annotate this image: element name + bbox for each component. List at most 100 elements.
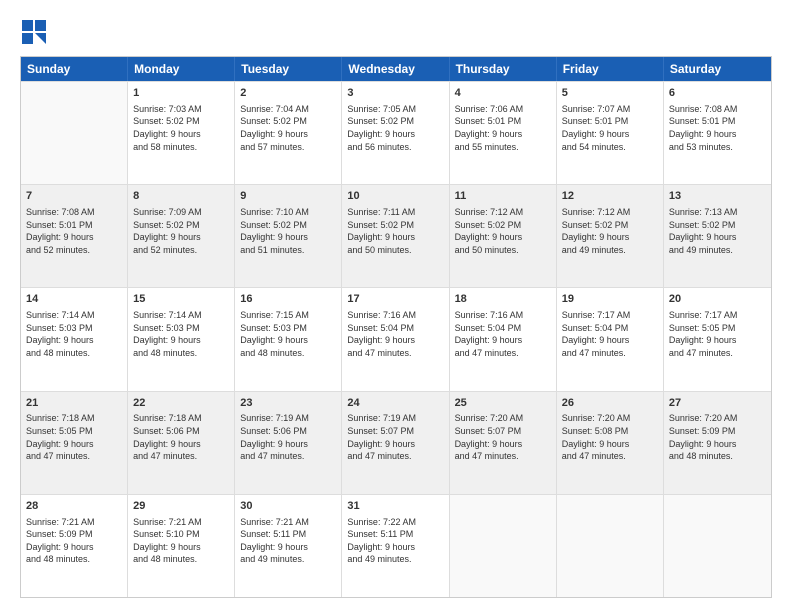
calendar-cell: 8Sunrise: 7:09 AMSunset: 5:02 PMDaylight…	[128, 185, 235, 287]
day-number: 19	[562, 292, 658, 307]
cell-text: Sunrise: 7:14 AMSunset: 5:03 PMDaylight:…	[133, 309, 229, 359]
header	[20, 18, 772, 46]
cell-text: Sunrise: 7:03 AMSunset: 5:02 PMDaylight:…	[133, 103, 229, 153]
calendar-header-cell: Sunday	[21, 57, 128, 81]
cell-text: Sunrise: 7:22 AMSunset: 5:11 PMDaylight:…	[347, 516, 443, 566]
day-number: 11	[455, 189, 551, 204]
day-number: 15	[133, 292, 229, 307]
calendar-cell: 14 Sunrise: 7:14 AMSunset: 5:03 PMDayligh…	[21, 288, 128, 390]
calendar-cell: 1 Sunrise: 7:03 AMSunset: 5:02 PMDaylight…	[128, 82, 235, 184]
day-number: 20	[669, 292, 766, 307]
cell-text: Sunrise: 7:21 AMSunset: 5:10 PMDaylight:…	[133, 516, 229, 566]
day-number: 29	[133, 499, 229, 514]
day-number: 21	[26, 396, 122, 411]
cell-text: Sunrise: 7:12 AMSunset: 5:02 PMDaylight:…	[455, 206, 551, 256]
day-number: 10	[347, 189, 443, 204]
calendar-cell: 25Sunrise: 7:20 AMSunset: 5:07 PMDayligh…	[450, 392, 557, 494]
cell-text: Sunrise: 7:05 AMSunset: 5:02 PMDaylight:…	[347, 103, 443, 153]
day-number: 25	[455, 396, 551, 411]
calendar-cell: 29 Sunrise: 7:21 AMSunset: 5:10 PMDayligh…	[128, 495, 235, 597]
cell-text: Sunrise: 7:21 AMSunset: 5:11 PMDaylight:…	[240, 516, 336, 566]
cell-text: Sunrise: 7:20 AMSunset: 5:07 PMDaylight:…	[455, 412, 551, 462]
calendar-header-row: SundayMondayTuesdayWednesdayThursdayFrid…	[21, 57, 771, 81]
calendar-cell: 2Sunrise: 7:04 AMSunset: 5:02 PMDaylight…	[235, 82, 342, 184]
cell-text: Sunrise: 7:13 AMSunset: 5:02 PMDaylight:…	[669, 206, 766, 256]
day-number: 13	[669, 189, 766, 204]
calendar-header-cell: Wednesday	[342, 57, 449, 81]
calendar-cell	[557, 495, 664, 597]
day-number: 18	[455, 292, 551, 307]
day-number: 3	[347, 86, 443, 101]
calendar-cell: 19 Sunrise: 7:17 AMSunset: 5:04 PMDayligh…	[557, 288, 664, 390]
calendar-cell	[450, 495, 557, 597]
day-number: 23	[240, 396, 336, 411]
cell-text: Sunrise: 7:10 AMSunset: 5:02 PMDaylight:…	[240, 206, 336, 256]
calendar-body: 1 Sunrise: 7:03 AMSunset: 5:02 PMDaylight…	[21, 81, 771, 597]
cell-text: Sunrise: 7:11 AMSunset: 5:02 PMDaylight:…	[347, 206, 443, 256]
calendar-row: 1 Sunrise: 7:03 AMSunset: 5:02 PMDaylight…	[21, 81, 771, 184]
day-number: 17	[347, 292, 443, 307]
day-number: 14	[26, 292, 122, 307]
cell-text: Sunrise: 7:15 AMSunset: 5:03 PMDaylight:…	[240, 309, 336, 359]
page: SundayMondayTuesdayWednesdayThursdayFrid…	[0, 0, 792, 612]
calendar-header-cell: Friday	[557, 57, 664, 81]
cell-text: Sunrise: 7:06 AMSunset: 5:01 PMDaylight:…	[455, 103, 551, 153]
calendar-cell: 23Sunrise: 7:19 AMSunset: 5:06 PMDayligh…	[235, 392, 342, 494]
cell-text: Sunrise: 7:12 AMSunset: 5:02 PMDaylight:…	[562, 206, 658, 256]
calendar-cell: 31 Sunrise: 7:22 AMSunset: 5:11 PMDayligh…	[342, 495, 449, 597]
day-number: 4	[455, 86, 551, 101]
calendar-row: 21Sunrise: 7:18 AMSunset: 5:05 PMDayligh…	[21, 391, 771, 494]
cell-text: Sunrise: 7:17 AMSunset: 5:04 PMDaylight:…	[562, 309, 658, 359]
calendar-cell: 6 Sunrise: 7:08 AMSunset: 5:01 PMDaylight…	[664, 82, 771, 184]
day-number: 1	[133, 86, 229, 101]
calendar-cell: 24Sunrise: 7:19 AMSunset: 5:07 PMDayligh…	[342, 392, 449, 494]
calendar-row: 7 Sunrise: 7:08 AMSunset: 5:01 PMDaylight…	[21, 184, 771, 287]
calendar-cell: 9 Sunrise: 7:10 AMSunset: 5:02 PMDaylight…	[235, 185, 342, 287]
cell-text: Sunrise: 7:20 AMSunset: 5:08 PMDaylight:…	[562, 412, 658, 462]
calendar-row: 28 Sunrise: 7:21 AMSunset: 5:09 PMDayligh…	[21, 494, 771, 597]
day-number: 2	[240, 86, 336, 101]
day-number: 12	[562, 189, 658, 204]
calendar-cell: 21Sunrise: 7:18 AMSunset: 5:05 PMDayligh…	[21, 392, 128, 494]
day-number: 31	[347, 499, 443, 514]
logo	[20, 18, 48, 46]
day-number: 9	[240, 189, 336, 204]
cell-text: Sunrise: 7:19 AMSunset: 5:07 PMDaylight:…	[347, 412, 443, 462]
cell-text: Sunrise: 7:16 AMSunset: 5:04 PMDaylight:…	[347, 309, 443, 359]
day-number: 8	[133, 189, 229, 204]
calendar-header-cell: Monday	[128, 57, 235, 81]
calendar-cell	[664, 495, 771, 597]
day-number: 28	[26, 499, 122, 514]
cell-text: Sunrise: 7:14 AMSunset: 5:03 PMDaylight:…	[26, 309, 122, 359]
calendar-cell: 5 Sunrise: 7:07 AMSunset: 5:01 PMDaylight…	[557, 82, 664, 184]
day-number: 5	[562, 86, 658, 101]
calendar-cell: 3 Sunrise: 7:05 AMSunset: 5:02 PMDaylight…	[342, 82, 449, 184]
cell-text: Sunrise: 7:18 AMSunset: 5:06 PMDaylight:…	[133, 412, 229, 462]
calendar-cell: 30 Sunrise: 7:21 AMSunset: 5:11 PMDayligh…	[235, 495, 342, 597]
logo-icon	[20, 18, 48, 46]
calendar-cell: 28 Sunrise: 7:21 AMSunset: 5:09 PMDayligh…	[21, 495, 128, 597]
calendar-header-cell: Saturday	[664, 57, 771, 81]
calendar-cell: 27Sunrise: 7:20 AMSunset: 5:09 PMDayligh…	[664, 392, 771, 494]
cell-text: Sunrise: 7:08 AMSunset: 5:01 PMDaylight:…	[26, 206, 122, 256]
day-number: 6	[669, 86, 766, 101]
cell-text: Sunrise: 7:08 AMSunset: 5:01 PMDaylight:…	[669, 103, 766, 153]
day-number: 30	[240, 499, 336, 514]
calendar-cell: 18 Sunrise: 7:16 AMSunset: 5:04 PMDayligh…	[450, 288, 557, 390]
calendar-cell: 4 Sunrise: 7:06 AMSunset: 5:01 PMDaylight…	[450, 82, 557, 184]
cell-text: Sunrise: 7:21 AMSunset: 5:09 PMDaylight:…	[26, 516, 122, 566]
calendar-cell: 7 Sunrise: 7:08 AMSunset: 5:01 PMDaylight…	[21, 185, 128, 287]
calendar-cell: 11 Sunrise: 7:12 AMSunset: 5:02 PMDayligh…	[450, 185, 557, 287]
day-number: 7	[26, 189, 122, 204]
cell-text: Sunrise: 7:16 AMSunset: 5:04 PMDaylight:…	[455, 309, 551, 359]
cell-text: Sunrise: 7:20 AMSunset: 5:09 PMDaylight:…	[669, 412, 766, 462]
day-number: 27	[669, 396, 766, 411]
calendar-header-cell: Thursday	[450, 57, 557, 81]
calendar-cell: 20Sunrise: 7:17 AMSunset: 5:05 PMDayligh…	[664, 288, 771, 390]
calendar-cell: 10 Sunrise: 7:11 AMSunset: 5:02 PMDayligh…	[342, 185, 449, 287]
day-number: 16	[240, 292, 336, 307]
day-number: 26	[562, 396, 658, 411]
calendar-cell: 13 Sunrise: 7:13 AMSunset: 5:02 PMDayligh…	[664, 185, 771, 287]
cell-text: Sunrise: 7:07 AMSunset: 5:01 PMDaylight:…	[562, 103, 658, 153]
day-number: 24	[347, 396, 443, 411]
